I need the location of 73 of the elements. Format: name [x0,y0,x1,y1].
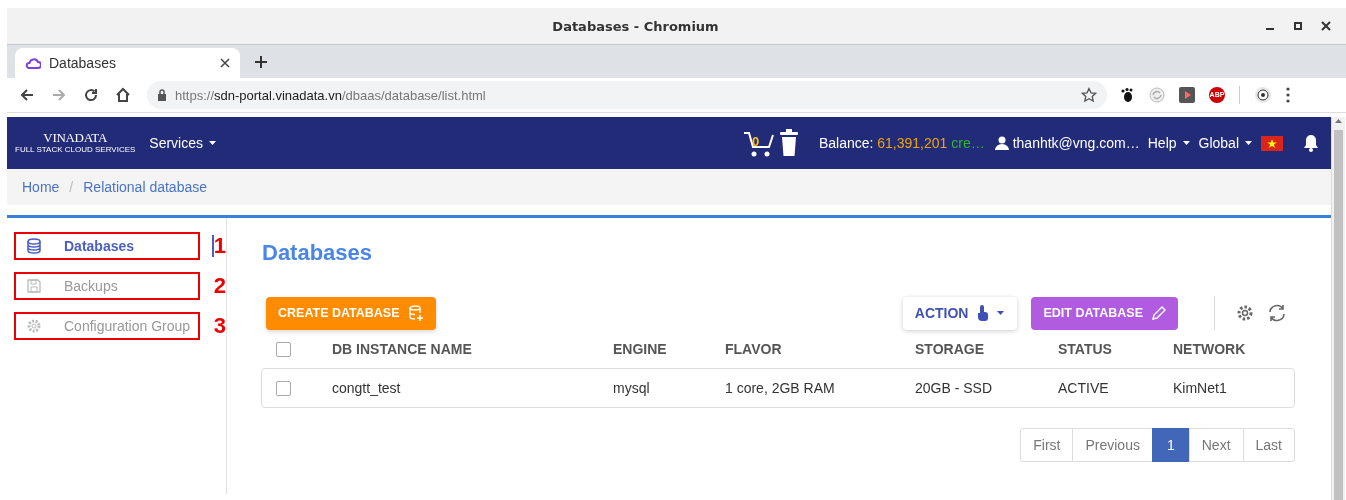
pencil-icon [1151,305,1166,321]
flag-icon[interactable] [1261,135,1283,151]
settings-icon[interactable] [1235,303,1255,323]
table-cell-text: congtt_test [332,380,402,396]
table-cell-text: ACTIVE [1058,380,1110,396]
caret-icon [208,140,217,146]
column-header: NETWORK [1173,341,1247,357]
select-all-checkbox[interactable] [276,341,291,357]
reload-icon[interactable] [83,87,99,103]
annotation-number: 2 [213,275,226,297]
table-row[interactable]: congtt_test mysql 1 core, 2GB RAM 20GB - SSD ACTIVE KimNet1 [261,368,1295,408]
breadcrumb-link[interactable]: Relational database [83,179,207,195]
breadcrumb-separator: / [69,179,74,195]
sidebar-item[interactable]: Backups [14,272,200,300]
column-header: STATUS [1058,341,1113,357]
table-cell-text: 1 core, 2GB RAM [725,380,836,396]
bell-icon[interactable] [1303,134,1319,152]
row-checkbox[interactable] [276,380,291,396]
database-icon [26,238,42,254]
ball-icon[interactable] [1254,86,1272,104]
caret-icon [996,310,1006,316]
region-menu[interactable]: Global [1198,135,1253,151]
help-menu[interactable]: Help [1147,135,1191,151]
action-button[interactable]: ACTION [902,296,1018,330]
annotation-number: 3 [213,315,226,337]
database-plus-icon [407,305,424,321]
cart-count: 0 [751,134,760,149]
table-cell-text: 20GB - SSD [915,380,994,396]
home-icon[interactable] [115,87,131,103]
table-cell-text: mysql [613,380,651,396]
scroll-up-icon[interactable] [1334,117,1343,124]
pagination-button[interactable]: First [1020,428,1074,462]
back-icon[interactable] [19,87,35,103]
more-icon[interactable] [1286,87,1290,103]
table-cell-text: KimNet1 [1173,380,1228,396]
trash-icon[interactable] [778,129,799,157]
sidebar-item[interactable]: Databases [14,232,200,260]
play-icon[interactable] [1179,87,1195,103]
breadcrumb-link[interactable]: Home [22,179,60,195]
active-indicator [211,235,214,257]
cloud-icon [25,56,41,70]
pagination-button[interactable]: Next [1188,428,1244,462]
address-field[interactable]: https://sdn-portal.vinadata.vn/dbaas/database/list.html [147,81,1107,109]
gear-icon [26,318,42,334]
column-header: ENGINE [613,341,668,357]
pointer-hand-icon [976,305,989,321]
refresh-icon[interactable] [1267,303,1287,323]
user-icon [994,136,1009,150]
column-header: DB INSTANCE NAME [332,341,473,357]
page-title: Databases [262,240,374,266]
vinadata-logo[interactable]: VINADATA FULL STACK CLOUD SERVICES [15,131,136,155]
services-menu[interactable]: Services [149,135,217,151]
column-header: FLAVOR [725,341,783,357]
caret-icon [1244,140,1253,146]
column-header: STORAGE [915,341,985,357]
star-icon[interactable] [1081,87,1097,103]
plus-icon[interactable] [254,54,268,69]
pagination-button[interactable]: Last [1242,428,1295,462]
balance-text: Balance: 61,391,201 cre… [818,135,985,151]
caret-icon [1181,140,1191,146]
pagination-button[interactable]: 1 [1151,428,1190,462]
maximize-icon[interactable] [1292,20,1304,32]
lock-icon [157,89,167,101]
close-icon[interactable] [1320,20,1332,32]
window-title: Databases - Chromium [551,18,720,34]
edit-database-button[interactable]: EDIT DATABASE [1031,296,1178,330]
footprint-icon[interactable] [1119,87,1135,103]
browser-tab[interactable]: Databases [15,48,240,78]
user-menu[interactable]: thanhtk@vng.com… [994,135,1140,151]
annotation-number: 1 [213,235,226,257]
scrollbar[interactable] [1331,117,1345,500]
close-icon[interactable] [220,58,230,68]
sidebar-item[interactable]: Configuration Group [14,312,200,340]
